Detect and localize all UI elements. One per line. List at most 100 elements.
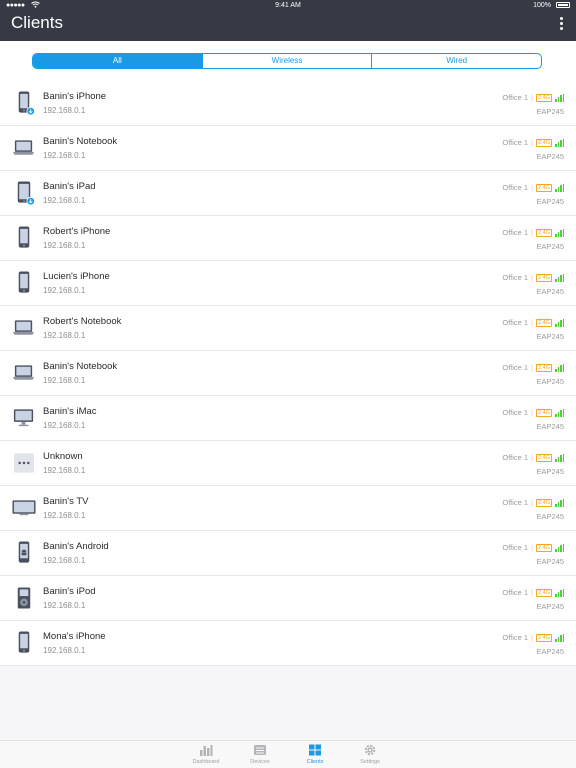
band-badge: 2.4G <box>536 318 552 327</box>
filter-tab-wired[interactable]: Wired <box>371 54 541 68</box>
client-location: Office 1 <box>502 408 529 417</box>
divider: | <box>531 543 534 552</box>
client-name: Banin's Notebook <box>43 136 118 147</box>
client-location: Office 1 <box>502 228 529 237</box>
client-connection-info: Office 1 | 2.4G <box>502 318 564 327</box>
tab-clients[interactable]: Clients <box>295 744 335 765</box>
client-location: Office 1 <box>502 363 529 372</box>
laptop-icon <box>12 365 35 380</box>
filter-tab-all[interactable]: All <box>33 54 202 68</box>
client-connection-info: Office 1 | 2.4G <box>502 498 564 507</box>
client-location: Office 1 <box>502 543 529 552</box>
band-badge: 2.4G <box>536 183 552 192</box>
access-point-model: EAP245 <box>536 557 564 566</box>
signal-strength-icon <box>555 498 564 507</box>
iphone-icon <box>18 226 30 248</box>
client-location: Office 1 <box>502 93 529 102</box>
client-connection-info: Office 1 | 2.4G <box>502 93 564 102</box>
tab-settings[interactable]: Settings <box>350 744 390 765</box>
access-point-model: EAP245 <box>536 152 564 161</box>
client-row[interactable]: Robert's iPhone 192.168.0.1 Office 1 | 2.4G E… <box>0 216 576 261</box>
client-connection-info: Office 1 | 2.4G <box>502 633 564 642</box>
signal-strength-icon <box>555 318 564 327</box>
divider: | <box>531 633 534 642</box>
divider: | <box>531 318 534 327</box>
client-row[interactable]: Banin's iMac 192.168.0.1 Office 1 | 2.4G EAP2… <box>0 396 576 441</box>
divider: | <box>531 228 534 237</box>
client-name: Robert's iPhone <box>43 226 111 237</box>
access-point-model: EAP245 <box>536 512 564 521</box>
filter-tab-wireless[interactable]: Wireless <box>201 54 372 68</box>
divider: | <box>531 93 534 102</box>
client-row[interactable]: Banin's Notebook 192.168.0.1 Office 1 | 2.4G… <box>0 351 576 396</box>
band-badge: 2.4G <box>536 228 552 237</box>
client-filter-segmented-control: All Wireless Wired <box>32 53 542 69</box>
client-name: Robert's Notebook <box>43 316 122 327</box>
client-name: Banin's iPad <box>43 181 96 192</box>
divider: | <box>531 273 534 282</box>
signal-strength-icon <box>555 93 564 102</box>
divider: | <box>531 408 534 417</box>
tab-label: Devices <box>250 759 270 765</box>
band-badge: 2.4G <box>536 363 552 372</box>
iphone-icon <box>18 91 35 116</box>
signal-strength-icon <box>555 453 564 462</box>
android-phone-icon <box>18 541 30 563</box>
access-point-model: EAP245 <box>536 422 564 431</box>
client-location: Office 1 <box>502 318 529 327</box>
client-ip: 192.168.0.1 <box>43 331 86 340</box>
client-name: Banin's iPhone <box>43 91 107 102</box>
client-connection-info: Office 1 | 2.4G <box>502 363 564 372</box>
tab-devices[interactable]: Devices <box>240 744 280 765</box>
client-location: Office 1 <box>502 633 529 642</box>
client-location: Office 1 <box>502 138 529 147</box>
band-badge: 2.4G <box>536 453 552 462</box>
client-name: Lucien's iPhone <box>43 271 110 282</box>
client-ip: 192.168.0.1 <box>43 421 86 430</box>
divider: | <box>531 453 534 462</box>
client-ip: 192.168.0.1 <box>43 151 86 160</box>
signal-strength-icon <box>555 633 564 642</box>
divider: | <box>531 138 534 147</box>
client-row[interactable]: Banin's iPad 192.168.0.1 Office 1 | 2.4G EAP2… <box>0 171 576 216</box>
client-connection-info: Office 1 | 2.4G <box>502 543 564 552</box>
client-row[interactable]: Robert's Notebook 192.168.0.1 Office 1 | 2.4… <box>0 306 576 351</box>
client-ip: 192.168.0.1 <box>43 376 86 385</box>
access-point-model: EAP245 <box>536 377 564 386</box>
client-row[interactable]: Banin's iPod 192.168.0.1 Office 1 | 2.4G EAP2… <box>0 576 576 621</box>
iphone-icon <box>18 631 30 653</box>
client-name: Banin's Android <box>43 541 109 552</box>
header-bar: ●●●●● 9:41 AM 100% Clients <box>0 0 576 41</box>
divider: | <box>531 183 534 192</box>
page-title: Clients <box>11 13 63 32</box>
tab-label: Clients <box>306 759 324 765</box>
client-row[interactable]: Unknown 192.168.0.1 Office 1 | 2.4G EAP245 <box>0 441 576 486</box>
client-row[interactable]: Banin's TV 192.168.0.1 Office 1 | 2.4G EAP245 <box>0 486 576 531</box>
client-name: Unknown <box>43 451 83 462</box>
more-options-icon[interactable] <box>558 17 564 33</box>
access-point-model: EAP245 <box>536 287 564 296</box>
client-location: Office 1 <box>502 453 529 462</box>
client-row[interactable]: Lucien's iPhone 192.168.0.1 Office 1 | 2.4G E… <box>0 261 576 306</box>
tab-label: Settings <box>360 759 380 765</box>
client-row[interactable]: Banin's iPhone 192.168.0.1 Office 1 | 2.4G EA… <box>0 81 576 126</box>
client-name: Mona's iPhone <box>43 631 106 642</box>
status-bar: ●●●●● 9:41 AM 100% <box>0 0 576 12</box>
unknown-device-icon <box>13 453 35 473</box>
band-badge: 2.4G <box>536 138 552 147</box>
battery-percent: 100% <box>533 2 551 9</box>
client-connection-info: Office 1 | 2.4G <box>502 408 564 417</box>
laptop-icon <box>12 320 35 335</box>
access-point-model: EAP245 <box>536 467 564 476</box>
divider: | <box>531 363 534 372</box>
access-point-model: EAP245 <box>536 602 564 611</box>
client-row[interactable]: Banin's Notebook 192.168.0.1 Office 1 | 2.4G… <box>0 126 576 171</box>
client-row[interactable]: Banin's Android 192.168.0.1 Office 1 | 2.4G E… <box>0 531 576 576</box>
divider: | <box>531 498 534 507</box>
band-badge: 2.4G <box>536 408 552 417</box>
client-row[interactable]: Mona's iPhone 192.168.0.1 Office 1 | 2.4G EAP… <box>0 621 576 666</box>
clients-panel: All Wireless Wired Banin's iPhone 192.168.0… <box>0 41 576 666</box>
signal-strength-icon <box>555 408 564 417</box>
tab-dashboard[interactable]: Dashboard <box>186 744 226 765</box>
divider: | <box>531 588 534 597</box>
